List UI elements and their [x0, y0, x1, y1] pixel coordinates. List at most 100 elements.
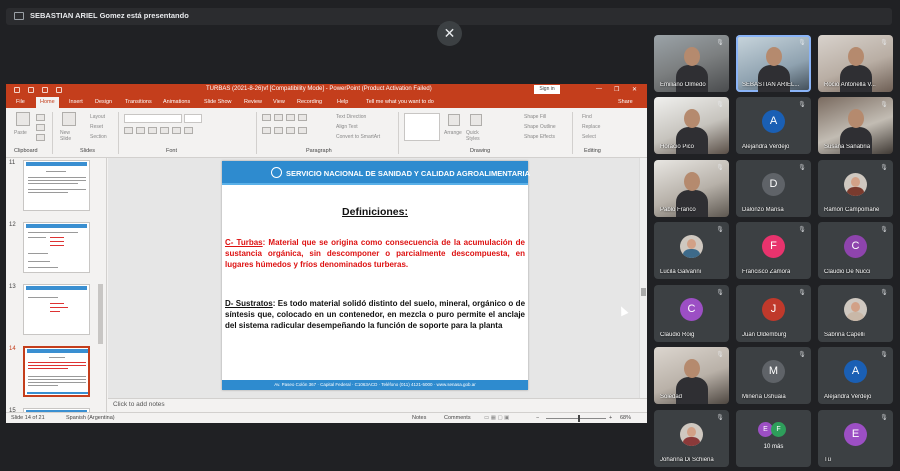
redo-icon[interactable] — [42, 87, 48, 93]
tell-me-search[interactable]: Tell me what you want to do — [366, 99, 434, 105]
slide-thumbnail-14[interactable] — [23, 346, 90, 397]
current-slide[interactable]: SERVICIO NACIONAL DE SANIDAD Y CALIDAD A… — [222, 161, 530, 390]
copy-icon[interactable] — [36, 124, 45, 131]
participant-tile[interactable]: 🎙 Ramón Campomane — [818, 160, 893, 217]
share-button[interactable]: Share — [618, 99, 633, 105]
shape-outline-button[interactable]: Shape Outline — [524, 124, 556, 130]
tab-view[interactable]: View — [273, 99, 285, 105]
comments-button[interactable]: Comments — [444, 415, 471, 421]
participant-tile[interactable]: D 🎙 Dalonzo Marisa — [736, 160, 811, 217]
participant-tile[interactable]: 🎙 SEBASTIAN ARIEL... — [736, 35, 811, 92]
maximize-button[interactable]: ❐ — [614, 86, 619, 93]
font-name-select[interactable] — [124, 114, 182, 123]
arrange-button[interactable]: Arrange — [444, 130, 462, 136]
participant-tile[interactable]: M 🎙 Minería Ushuaia — [736, 347, 811, 404]
minimize-button[interactable]: — — [596, 86, 602, 92]
format-painter-icon[interactable] — [36, 134, 45, 141]
sign-in-button[interactable]: Sign in — [534, 85, 560, 94]
char-spacing-icon[interactable] — [172, 127, 181, 134]
participant-tile[interactable]: 🎙 Johanna Di Schiena — [654, 410, 729, 467]
zoom-level[interactable]: 68% — [620, 415, 631, 421]
scrollbar-thumb[interactable] — [98, 284, 103, 344]
participant-tile[interactable]: J 🎙 Juan Oldemburg — [736, 285, 811, 342]
tab-design[interactable]: Design — [95, 99, 112, 105]
italic-icon[interactable] — [136, 127, 145, 134]
participant-tile[interactable]: 🎙 Lucila Galvarini — [654, 222, 729, 279]
justify-icon[interactable] — [298, 127, 307, 134]
participant-tile[interactable]: A 🎙 Alejandra Verdejo — [818, 347, 893, 404]
tab-home[interactable]: Home — [36, 97, 59, 108]
participant-tile[interactable]: E 🎙 Tú — [818, 410, 893, 467]
zoom-slider[interactable] — [546, 418, 606, 419]
decrease-indent-icon[interactable] — [286, 114, 295, 121]
align-left-icon[interactable] — [262, 127, 271, 134]
tab-transitions[interactable]: Transitions — [125, 99, 152, 105]
scrollbar-thumb[interactable] — [641, 288, 646, 296]
close-presentation-button[interactable]: ✕ — [437, 21, 462, 46]
view-buttons-icon[interactable]: ▭ ▦ ▢ ▣ — [484, 415, 509, 421]
language-indicator[interactable]: Spanish (Argentina) — [66, 415, 115, 421]
paste-button[interactable]: Paste — [14, 130, 27, 136]
participant-tile[interactable]: F 🎙 Francisco Zamora — [736, 222, 811, 279]
save-icon[interactable] — [14, 87, 20, 93]
bullets-icon[interactable] — [262, 114, 271, 121]
tab-slide-show[interactable]: Slide Show — [204, 99, 232, 105]
slide-vertical-scrollbar[interactable] — [639, 158, 647, 398]
new-slide-icon[interactable] — [62, 112, 76, 126]
shapes-gallery[interactable] — [404, 113, 440, 141]
participant-tile[interactable]: 🎙 Sabrina Capelli — [818, 285, 893, 342]
notes-pane[interactable]: Click to add notes — [108, 398, 647, 410]
zoom-in-button[interactable]: + — [609, 415, 612, 421]
section-button[interactable]: Section — [90, 134, 107, 140]
close-window-button[interactable]: ✕ — [632, 86, 637, 93]
undo-icon[interactable] — [28, 87, 34, 93]
slide-thumbnail-12[interactable] — [23, 222, 90, 273]
replace-button[interactable]: Replace — [582, 124, 600, 130]
shape-fill-button[interactable]: Shape Fill — [524, 114, 546, 120]
participant-tile[interactable]: 🎙 Horacio Pico — [654, 97, 729, 154]
participant-tile[interactable]: 🎙 Pablo Franco — [654, 160, 729, 217]
tab-animations[interactable]: Animations — [163, 99, 190, 105]
align-text-button[interactable]: Align Text — [336, 124, 358, 130]
layout-button[interactable]: Layout — [90, 114, 105, 120]
notes-button[interactable]: Notes — [412, 415, 426, 421]
tab-review[interactable]: Review — [244, 99, 262, 105]
quick-styles-icon[interactable] — [470, 114, 482, 126]
text-direction-button[interactable]: Text Direction — [336, 114, 366, 120]
tab-insert[interactable]: Insert — [69, 99, 83, 105]
cut-icon[interactable] — [36, 114, 45, 121]
tab-help[interactable]: Help — [337, 99, 348, 105]
start-from-beginning-icon[interactable] — [56, 87, 62, 93]
participant-tile[interactable]: 🎙 Rocio Antonella V... — [818, 35, 893, 92]
select-button[interactable]: Select — [582, 134, 596, 140]
underline-icon[interactable] — [148, 127, 157, 134]
participant-tile[interactable]: E F 10 más — [736, 410, 811, 467]
quick-styles-button[interactable]: Quick Styles — [466, 130, 484, 142]
reset-button[interactable]: Reset — [90, 124, 103, 130]
tab-recording[interactable]: Recording — [297, 99, 322, 105]
font-size-select[interactable] — [184, 114, 202, 123]
participant-tile[interactable]: C 🎙 Claudio Roig — [654, 285, 729, 342]
paste-icon[interactable] — [16, 112, 30, 126]
participant-tile[interactable]: 🎙 Emiliano Olmedo — [654, 35, 729, 92]
increase-indent-icon[interactable] — [298, 114, 307, 121]
align-center-icon[interactable] — [274, 127, 283, 134]
slide-thumbnail-11[interactable] — [23, 160, 90, 211]
participant-tile[interactable]: 🎙 Soledad — [654, 347, 729, 404]
convert-smartart-button[interactable]: Convert to SmartArt — [336, 134, 380, 140]
participant-tile[interactable]: C 🎙 Claudio De Nucci — [818, 222, 893, 279]
slide-thumbnail-13[interactable] — [23, 284, 90, 335]
zoom-slider-handle[interactable] — [578, 415, 580, 422]
find-button[interactable]: Find — [582, 114, 592, 120]
new-slide-button[interactable]: New Slide — [60, 130, 82, 142]
tab-file[interactable]: File — [16, 99, 25, 105]
arrange-icon[interactable] — [448, 114, 460, 126]
align-right-icon[interactable] — [286, 127, 295, 134]
shape-effects-button[interactable]: Shape Effects — [524, 134, 555, 140]
zoom-out-button[interactable]: − — [536, 415, 539, 421]
strikethrough-icon[interactable] — [160, 127, 169, 134]
thumbnails-scrollbar[interactable] — [98, 164, 104, 404]
participant-tile[interactable]: A 🎙 Alejandra Verdejo — [736, 97, 811, 154]
participant-tile[interactable]: 🎙 Susana Sanabria — [818, 97, 893, 154]
numbering-icon[interactable] — [274, 114, 283, 121]
